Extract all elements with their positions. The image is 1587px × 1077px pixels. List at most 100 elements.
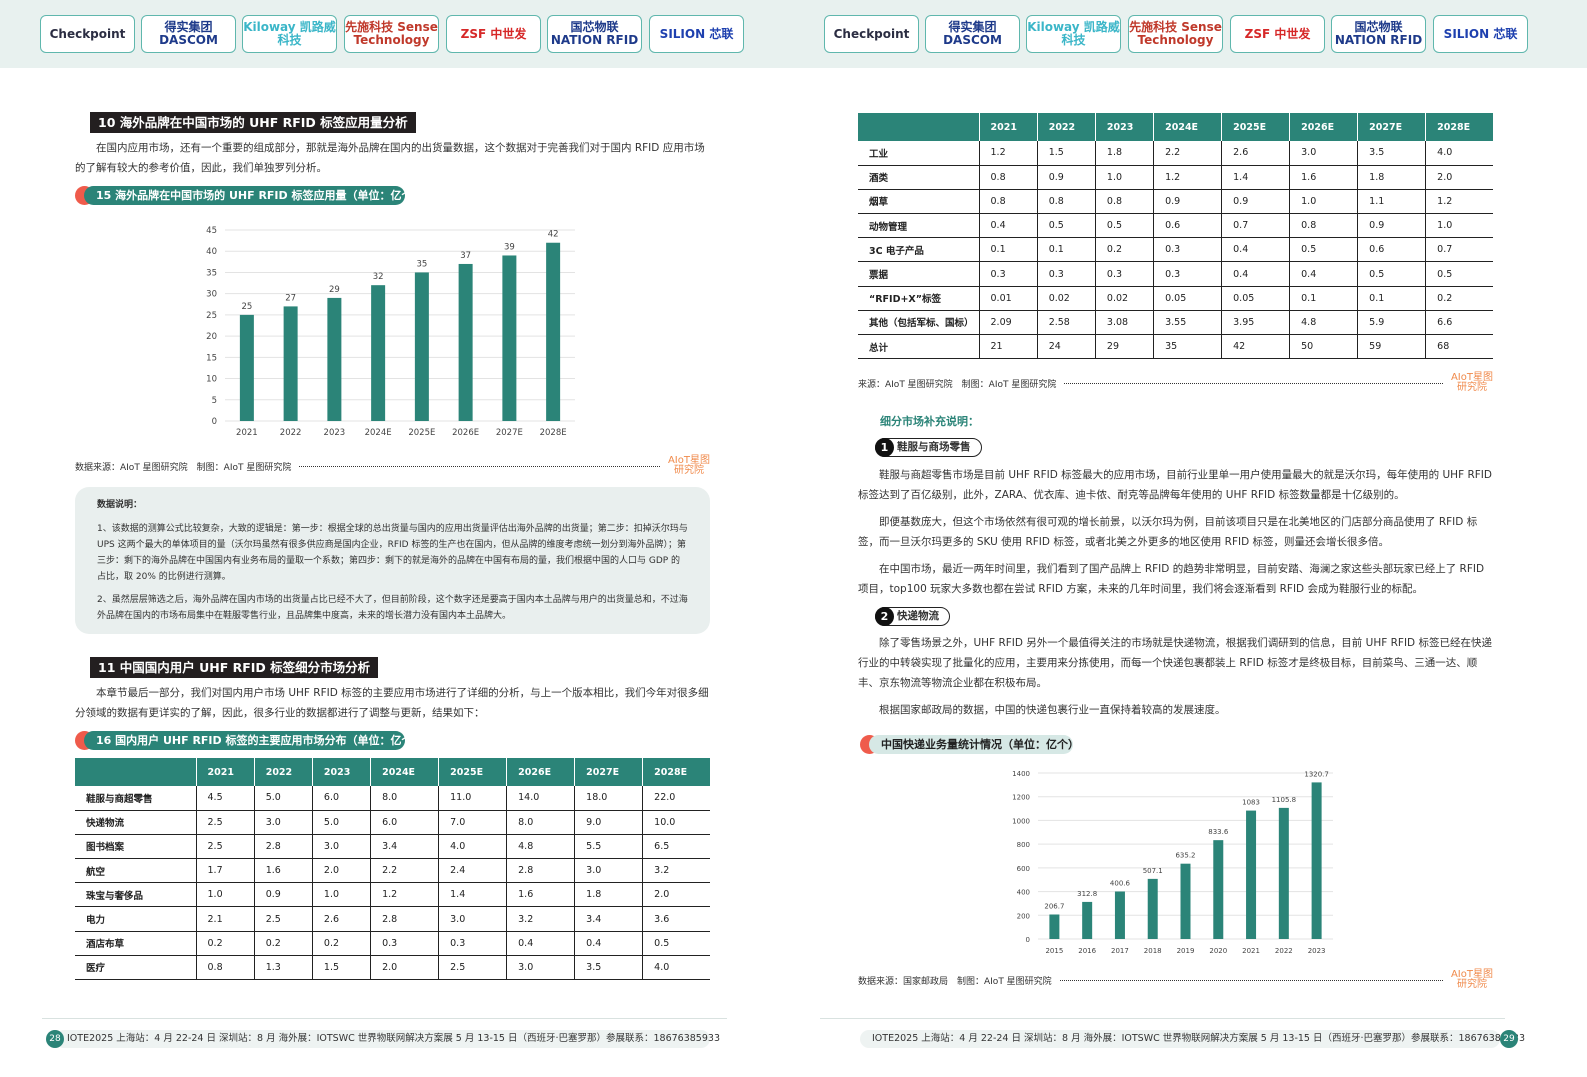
row-label: 快递物流 [75,810,197,835]
table-cell: 0.2 [196,931,255,956]
bar [283,306,298,421]
table-header-row: 2021 2022 2023 2024E 2025E 2026E 2027E 2028E [75,758,710,786]
source-line: 数据来源：AIoT 星图研究院 制图：AIoT 星图研究院 AIoT星图 研究院 [75,456,710,476]
table-cell: 0.6 [1153,213,1223,239]
y-tick-label: 600 [1017,865,1030,873]
table-cell: 2.0 [642,882,710,908]
table-cell: 0.8 [1037,189,1096,215]
column-header [858,113,980,141]
note-item-2: 2、虽然层层筛选之后，海外品牌在国内市场的出货量占比已经不大了，但目前阶段，这个… [97,595,688,621]
row-label: 航空 [75,858,197,884]
table-cell: 0.9 [1357,213,1427,239]
source-line: 来源：AIoT 星图研究院 制图：AIoT 星图研究院 AIoT星图 研究院 [858,373,1493,393]
table-cell: 2.0 [1425,165,1493,190]
table-row: 其他（包括军标、国标） 2.09 2.58 3.08 3.55 3.95 4.8 5.9 6.6 [858,310,1493,336]
subsection-2: 2 快递物流 [875,606,950,626]
data-note-box: 数据说明： 1、该数据的测算公式比较复杂，大致的逻辑是：第一步：根据全球的总出货… [75,487,710,634]
table-cell: 2.09 [979,310,1038,336]
table-row: 航空 1.7 1.6 2.0 2.2 2.4 2.8 3.0 3.2 [75,858,710,884]
table-cell: 0.8 [1289,213,1359,239]
table-cell: 42 [1221,334,1291,360]
table-cell: 0.1 [1357,286,1427,311]
table-cell: 0.9 [254,882,313,908]
column-header: 2027E [574,758,644,786]
source-line: 数据来源：国家邮政局 制图：AIoT 星图研究院 AIoT星图 研究院 [858,970,1493,990]
table-cell: 4.8 [506,834,576,860]
column-header: 2028E [642,758,710,786]
table-cell: 0.3 [979,261,1038,287]
table-cell: 0.2 [312,931,372,956]
table-cell: 0.8 [979,165,1038,190]
row-label: 鞋服与商超零售 [75,786,197,811]
sponsor-logo: Kiloway 凯路威科技 [1026,15,1121,53]
table-row: 医疗 0.8 1.3 1.5 2.0 2.5 3.0 3.5 4.0 [75,955,710,981]
table-header-row: 2021 2022 2023 2024E 2025E 2026E 2027E 2028E [858,113,1493,141]
table-cell: 0.9 [1221,189,1291,215]
x-tick-label: 2027E [496,428,523,438]
x-tick-label: 2022 [1275,947,1293,955]
data-label: 507.1 [1143,867,1163,875]
bar-chart-express-volume: 0 200 400 600 800 1000 1200 1400 206.7 2015 312.8 2… [1012,770,1333,955]
footer: IOTE2025 上海站：4 月 22-24 日 深圳站：8 月 海外展：IOT… [55,1030,720,1048]
data-label: 833.6 [1208,828,1229,836]
x-tick-label: 2017 [1111,947,1129,955]
y-tick-label: 15 [206,353,217,363]
table-cell: 0.4 [979,213,1038,239]
table-cell: 3.0 [574,858,644,884]
row-label: 烟草 [858,189,980,215]
table-cell: 0.2 [1095,237,1155,263]
table-cell: 3.6 [642,906,710,932]
paragraph: 根据国家邮政局的数据，中国的快递包裹行业一直保持着较高的发展速度。 [879,704,1226,716]
footer-text: IOTE2025 上海站：4 月 22-24 日 深圳站：8 月 海外展：IOT… [872,1033,1525,1044]
table-cell: 5.0 [254,786,313,811]
table-row: 酒店布草 0.2 0.2 0.2 0.3 0.3 0.4 0.4 0.5 [75,931,710,956]
y-tick-label: 0 [212,417,217,427]
bar [1147,878,1158,939]
bar [1311,782,1322,939]
data-label: 32 [373,272,384,282]
column-header [75,758,197,786]
table-cell: 1.7 [196,858,255,884]
divider [42,1018,727,1019]
number-badge: 1 [875,437,894,457]
table-cell: 2.58 [1037,310,1096,336]
table-cell: 2.8 [370,906,440,932]
table-cell: 0.05 [1153,286,1223,311]
table-cell: 0.4 [1221,237,1291,263]
table-cell: 0.3 [370,931,440,956]
chart-caption-15: 15 海外品牌在中国市场的 UHF RFID 标签应用量（单位：亿个） [75,186,424,205]
data-label: 42 [548,230,559,240]
number-badge: 2 [875,606,894,626]
data-label: 206.7 [1044,902,1064,910]
table-cell: 4.8 [1289,310,1359,336]
source-text: 来源：AIoT 星图研究院 制图：AIoT 星图研究院 [858,379,1057,390]
sponsor-logo: 得实集团 DASCOM [925,15,1020,53]
table-cell: 2.4 [438,858,508,884]
aiot-logo: AIoT星图 研究院 [1450,969,1493,990]
table-row: 3C 电子产品 0.1 0.1 0.2 0.3 0.4 0.5 0.6 0.7 [858,237,1493,263]
subsection-title: 快递物流 [897,610,939,622]
table-cell: 59 [1357,334,1427,360]
sponsor-logo: ZSF 中世发 [1230,15,1325,53]
table-cell: 1.2 [979,141,1038,166]
table-cell: 0.02 [1095,286,1155,311]
footer: IOTE2025 上海站：4 月 22-24 日 深圳站：8 月 海外展：IOT… [860,1030,1525,1048]
source-text: 数据来源：国家邮政局 制图：AIoT 星图研究院 [858,976,1052,987]
bar [371,285,386,421]
sponsor-logo: ZSF 中世发 [446,15,541,53]
table-cell: 2.5 [196,810,255,835]
table-cell: 0.4 [1289,261,1359,287]
table-cell: 3.0 [254,810,313,835]
table-row: 票据 0.3 0.3 0.3 0.3 0.4 0.4 0.5 0.5 [858,261,1493,287]
table-cell: 2.2 [370,858,440,884]
data-label: 1320.7 [1304,770,1329,778]
y-tick-label: 10 [206,375,217,385]
table-cell: 1.0 [1289,189,1359,215]
y-tick-label: 30 [206,290,217,300]
table-cell: 0.9 [1037,165,1096,190]
table-cell: 0.1 [1289,286,1359,311]
table-row: 电力 2.1 2.5 2.6 2.8 3.0 3.2 3.4 3.6 [75,906,710,932]
table-cell: 68 [1425,334,1493,360]
table-row: 图书档案 2.5 2.8 3.0 3.4 4.0 4.8 5.5 6.5 [75,834,710,860]
table-cell: 2.0 [370,955,440,981]
